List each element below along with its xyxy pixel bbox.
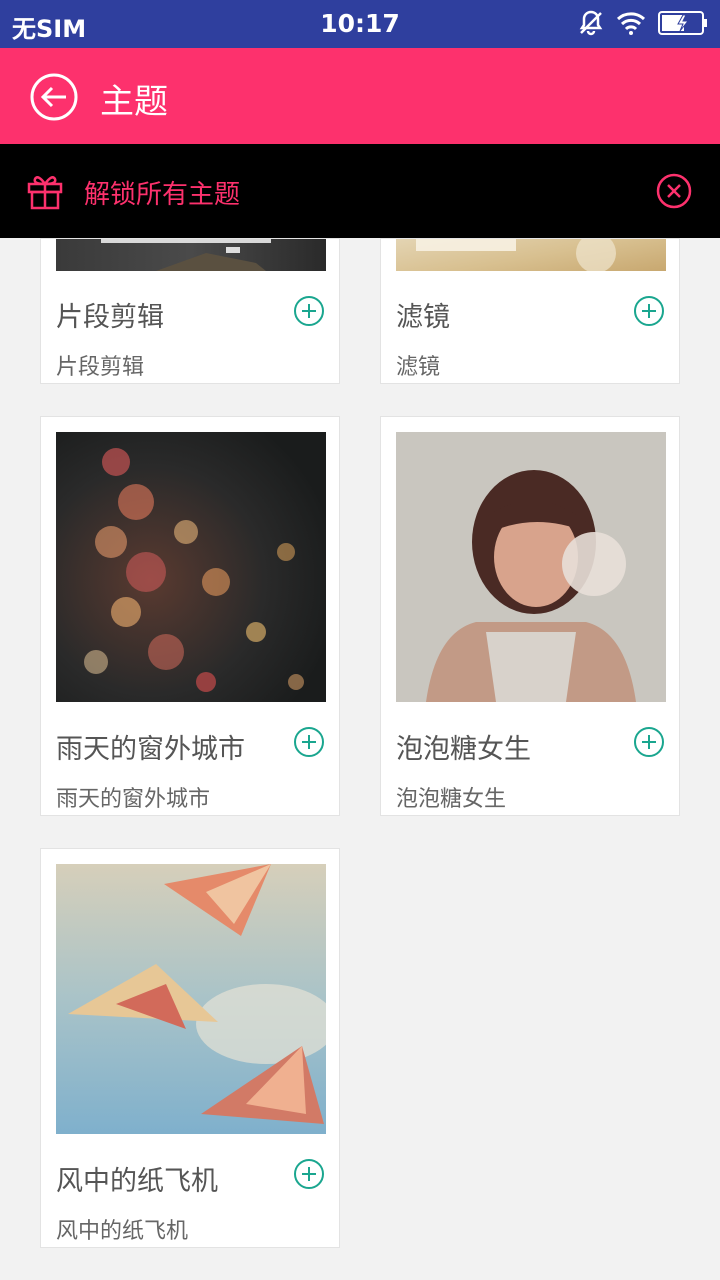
gift-icon xyxy=(27,176,63,210)
theme-thumbnail xyxy=(396,239,666,271)
add-circle-icon[interactable] xyxy=(293,295,325,327)
theme-card[interactable]: 滤镜 滤镜 xyxy=(380,238,680,384)
theme-subtitle: 泡泡糖女生 xyxy=(396,787,507,812)
theme-subtitle: 雨天的窗外城市 xyxy=(56,787,211,812)
add-circle-icon[interactable] xyxy=(293,1158,325,1190)
add-circle-icon[interactable] xyxy=(633,726,665,758)
add-circle-icon[interactable] xyxy=(633,295,665,327)
theme-thumbnail xyxy=(56,864,326,1134)
theme-subtitle: 片段剪辑 xyxy=(56,355,145,380)
theme-name: 片段剪辑 xyxy=(56,302,164,333)
theme-card[interactable]: 泡泡糖女生 泡泡糖女生 xyxy=(380,416,680,816)
theme-name: 泡泡糖女生 xyxy=(396,734,531,765)
theme-name: 风中的纸飞机 xyxy=(56,1166,218,1197)
theme-subtitle: 滤镜 xyxy=(396,355,441,380)
unlock-all-label: 解锁所有主题 xyxy=(84,180,241,210)
unlock-all-banner[interactable]: 解锁所有主题 xyxy=(0,144,720,238)
theme-name: 雨天的窗外城市 xyxy=(56,734,245,765)
add-circle-icon[interactable] xyxy=(293,726,325,758)
theme-subtitle: 风中的纸飞机 xyxy=(56,1219,189,1244)
theme-card[interactable]: 雨天的窗外城市 雨天的窗外城市 xyxy=(40,416,340,816)
theme-thumbnail xyxy=(396,432,666,702)
theme-card[interactable]: 片段剪辑 片段剪辑 xyxy=(40,238,340,384)
theme-thumbnail xyxy=(56,239,326,271)
theme-name: 滤镜 xyxy=(396,302,450,333)
theme-card[interactable]: 风中的纸飞机 风中的纸飞机 xyxy=(40,848,340,1248)
theme-thumbnail xyxy=(56,432,326,702)
close-icon[interactable] xyxy=(655,172,693,210)
